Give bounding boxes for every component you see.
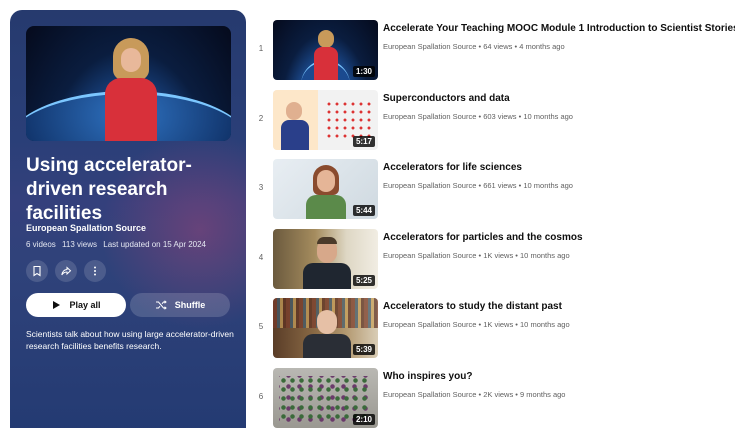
save-playlist-button[interactable] [26,260,48,282]
video-duration: 5:17 [352,136,375,147]
video-age: 10 months ago [523,112,573,121]
video-title[interactable]: Accelerate Your Teaching MOOC Module 1 I… [383,23,735,34]
video-views: 2K views [483,390,514,399]
video-title[interactable]: Accelerators for life sciences [383,162,522,173]
playlist-description: Scientists talk about how using large ac… [26,329,234,351]
playlist-video-row[interactable]: 1 1:30 Accelerate Your Teaching MOOC Mod… [252,20,735,80]
video-channel[interactable]: European Spallation Source [383,390,476,399]
play-icon [53,301,61,309]
last-updated: Last updated on 15 Apr 2024 [103,240,207,249]
video-views: 64 views [483,42,513,51]
video-thumbnail[interactable]: 5:25 [273,229,378,289]
bookmark-icon [33,265,41,277]
video-thumbnail[interactable]: 2:10 [273,368,378,428]
playlist-stats: 6 videos 113 views Last updated on 15 Ap… [26,240,210,249]
video-channel[interactable]: European Spallation Source [383,42,476,51]
video-age: 10 months ago [520,251,570,260]
play-all-label: Play all [69,300,101,310]
presenter-figure [101,38,161,141]
more-icon [94,266,96,276]
video-age: 10 months ago [520,320,570,329]
video-duration: 5:39 [352,344,375,355]
more-actions-button[interactable] [84,260,106,282]
video-thumbnail[interactable]: 5:44 [273,159,378,219]
video-age: 9 months ago [520,390,566,399]
video-title[interactable]: Superconductors and data [383,93,510,104]
video-title[interactable]: Accelerators for particles and the cosmo… [383,232,583,243]
video-meta: European Spallation Source • 603 views •… [383,112,573,121]
video-channel[interactable]: European Spallation Source [383,181,476,190]
playlist-video-row[interactable]: 6 2:10 Who inspires you? European Spalla… [252,368,732,428]
video-age: 10 months ago [523,181,573,190]
video-duration: 5:25 [352,275,375,286]
shuffle-icon [155,300,167,310]
playlist-header-panel: Using accelerator-driven research facili… [10,10,246,428]
video-channel[interactable]: European Spallation Source [383,320,476,329]
video-thumbnail[interactable]: 5:39 [273,298,378,358]
video-views: 1K views [483,320,514,329]
playlist-page: Using accelerator-driven research facili… [0,0,735,428]
share-button[interactable] [55,260,77,282]
video-duration: 2:10 [352,414,375,425]
video-index: 3 [258,183,264,192]
video-channel[interactable]: European Spallation Source [383,112,476,121]
shuffle-button[interactable]: Shuffle [130,293,230,317]
playlist-title: Using accelerator-driven research facili… [26,155,192,224]
playlist-video-row[interactable]: 3 5:44 Accelerators for life sciences Eu… [252,159,732,219]
shuffle-label: Shuffle [174,300,206,310]
playlist-channel-link[interactable]: European Spallation Source [26,223,146,233]
video-meta: European Spallation Source • 64 views • … [383,42,565,51]
video-index: 2 [258,114,264,123]
playlist-video-row[interactable]: 5 5:39 Accelerators to study the distant… [252,298,732,358]
playlist-cover-thumbnail[interactable] [26,26,231,141]
share-icon [61,266,72,276]
video-duration: 1:30 [352,66,375,77]
video-meta: European Spallation Source • 661 views •… [383,181,573,190]
video-views: 661 views [483,181,517,190]
video-views: 1K views [483,251,514,260]
video-views: 603 views [483,112,517,121]
video-thumbnail[interactable]: 5:17 [273,90,378,150]
video-count: 6 videos [26,240,56,249]
video-thumbnail[interactable]: 1:30 [273,20,378,80]
video-index: 6 [258,392,264,401]
video-index: 1 [258,44,264,53]
playlist-video-row[interactable]: 2 5:17 Superconductors and data European… [252,90,732,150]
video-index: 5 [258,322,264,331]
video-channel[interactable]: European Spallation Source [383,251,476,260]
video-meta: European Spallation Source • 1K views • … [383,251,570,260]
video-age: 4 months ago [519,42,565,51]
video-meta: European Spallation Source • 1K views • … [383,320,570,329]
play-all-button[interactable]: Play all [26,293,126,317]
video-title[interactable]: Accelerators to study the distant past [383,301,562,312]
video-meta: European Spallation Source • 2K views • … [383,390,566,399]
playlist-video-row[interactable]: 4 5:25 Accelerators for particles and th… [252,229,732,289]
video-title[interactable]: Who inspires you? [383,371,472,382]
view-count: 113 views [62,240,98,249]
video-index: 4 [258,253,264,262]
video-duration: 5:44 [352,205,375,216]
